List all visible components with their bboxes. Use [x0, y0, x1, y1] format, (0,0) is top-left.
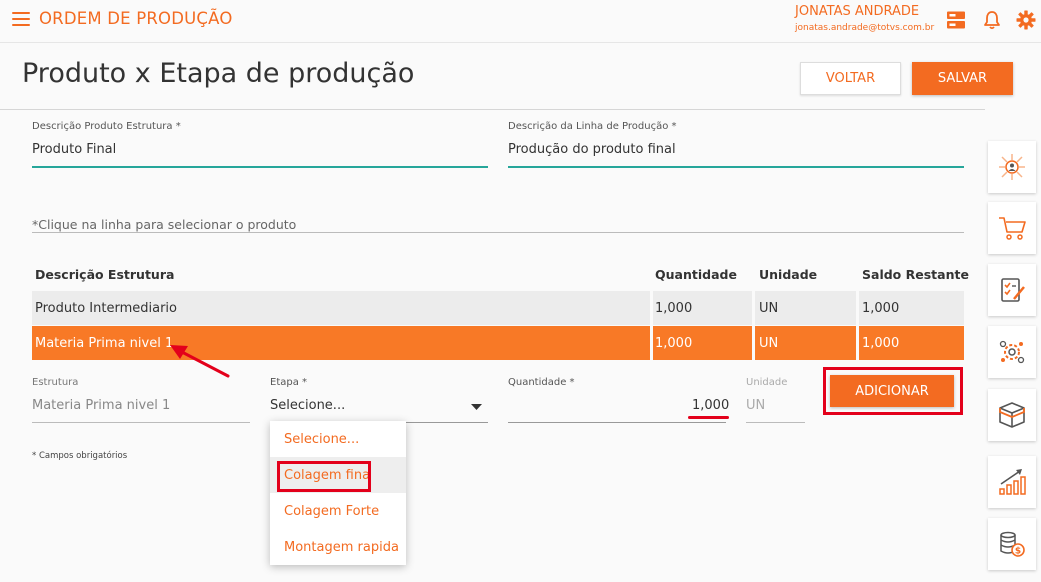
header-divider	[0, 109, 985, 110]
structure-field: Materia Prima nivel 1	[32, 398, 171, 413]
product-structure-label: Descrição Produto Estrutura *	[32, 121, 181, 132]
cell-balance: 1,000	[862, 300, 900, 316]
add-button[interactable]: ADICIONAR	[830, 375, 954, 407]
sidebar-checklist[interactable]	[988, 264, 1036, 316]
col-header-balance[interactable]: Saldo Restante	[862, 267, 969, 282]
sidebar-box[interactable]	[988, 389, 1036, 441]
chevron-down-icon[interactable]	[471, 404, 482, 410]
structure-underline	[32, 422, 250, 423]
save-button[interactable]: SALVAR	[912, 62, 1013, 95]
gear-icon[interactable]	[1016, 10, 1036, 30]
svg-text:$: $	[1015, 547, 1021, 557]
production-line-label: Descrição da Linha de Produção *	[508, 121, 677, 132]
option-highlight	[277, 461, 371, 492]
cell-unit: UN	[759, 300, 779, 316]
sidebar-gears[interactable]	[988, 326, 1036, 378]
process-icon	[999, 154, 1025, 180]
cell-description: Materia Prima nivel 1	[35, 335, 174, 351]
stage-label: Etapa *	[270, 377, 308, 388]
col-header-quantity[interactable]: Quantidade	[655, 267, 737, 282]
stage-dropdown: Selecione... Colagem fina Colagem Forte …	[270, 421, 406, 565]
unit-underline	[746, 422, 805, 423]
dropdown-option-placeholder[interactable]: Selecione...	[270, 421, 406, 457]
app-title: ORDEM DE PRODUÇÃO	[39, 9, 233, 28]
cell-quantity: 1,000	[655, 300, 693, 316]
cell-quantity: 1,000	[655, 335, 693, 351]
server-icon[interactable]	[946, 10, 966, 30]
stage-select[interactable]: Selecione...	[270, 398, 345, 413]
select-row-hint: *Clique na linha para selecionar o produ…	[32, 217, 297, 232]
bell-icon[interactable]	[982, 10, 1002, 30]
production-line-underline	[508, 166, 964, 168]
structure-label: Estrutura	[32, 377, 79, 388]
quantity-field[interactable]: 1,000	[692, 398, 729, 413]
user-name[interactable]: JONATAS ANDRADE	[795, 4, 919, 19]
quantity-highlight-mark	[688, 416, 729, 419]
user-email: jonatas.andrade@totvs.com.br	[795, 23, 935, 33]
cart-icon	[999, 217, 1026, 240]
checklist-icon	[1001, 278, 1025, 302]
product-structure-underline	[32, 166, 488, 168]
dropdown-option-montagem-rapida[interactable]: Montagem rapida	[270, 529, 406, 565]
cell-unit: UN	[759, 335, 779, 351]
quantity-label: Quantidade *	[508, 377, 575, 388]
back-button[interactable]: VOLTAR	[800, 62, 901, 95]
sidebar-cart[interactable]	[988, 202, 1036, 254]
table-row[interactable]: Produto Intermediario 1,000 UN 1,000	[32, 291, 964, 325]
menu-icon[interactable]	[12, 12, 30, 26]
unit-label: Unidade	[746, 377, 788, 388]
sidebar-coins[interactable]: $	[988, 518, 1036, 570]
unit-field: UN	[746, 398, 766, 413]
hint-underline	[32, 232, 964, 233]
col-header-description[interactable]: Descrição Estrutura	[35, 267, 174, 282]
production-line-field[interactable]: Produção do produto final	[508, 142, 676, 157]
gears-icon	[999, 340, 1025, 364]
required-fields-note: * Campos obrigatórios	[32, 451, 128, 461]
annotation-arrow	[170, 345, 230, 378]
box-icon	[999, 402, 1025, 428]
product-structure-field[interactable]: Produto Final	[32, 142, 116, 157]
growth-chart-icon	[999, 469, 1026, 495]
cell-description: Produto Intermediario	[35, 300, 177, 316]
dropdown-option-colagem-forte[interactable]: Colagem Forte	[270, 493, 406, 529]
coins-icon: $	[1000, 531, 1025, 557]
cell-balance: 1,000	[862, 335, 900, 351]
sidebar-process[interactable]	[988, 141, 1036, 193]
quantity-underline	[508, 422, 726, 423]
sidebar-growth[interactable]	[988, 456, 1036, 508]
page-title: Produto x Etapa de produção	[22, 58, 415, 89]
col-header-unit[interactable]: Unidade	[759, 267, 817, 282]
